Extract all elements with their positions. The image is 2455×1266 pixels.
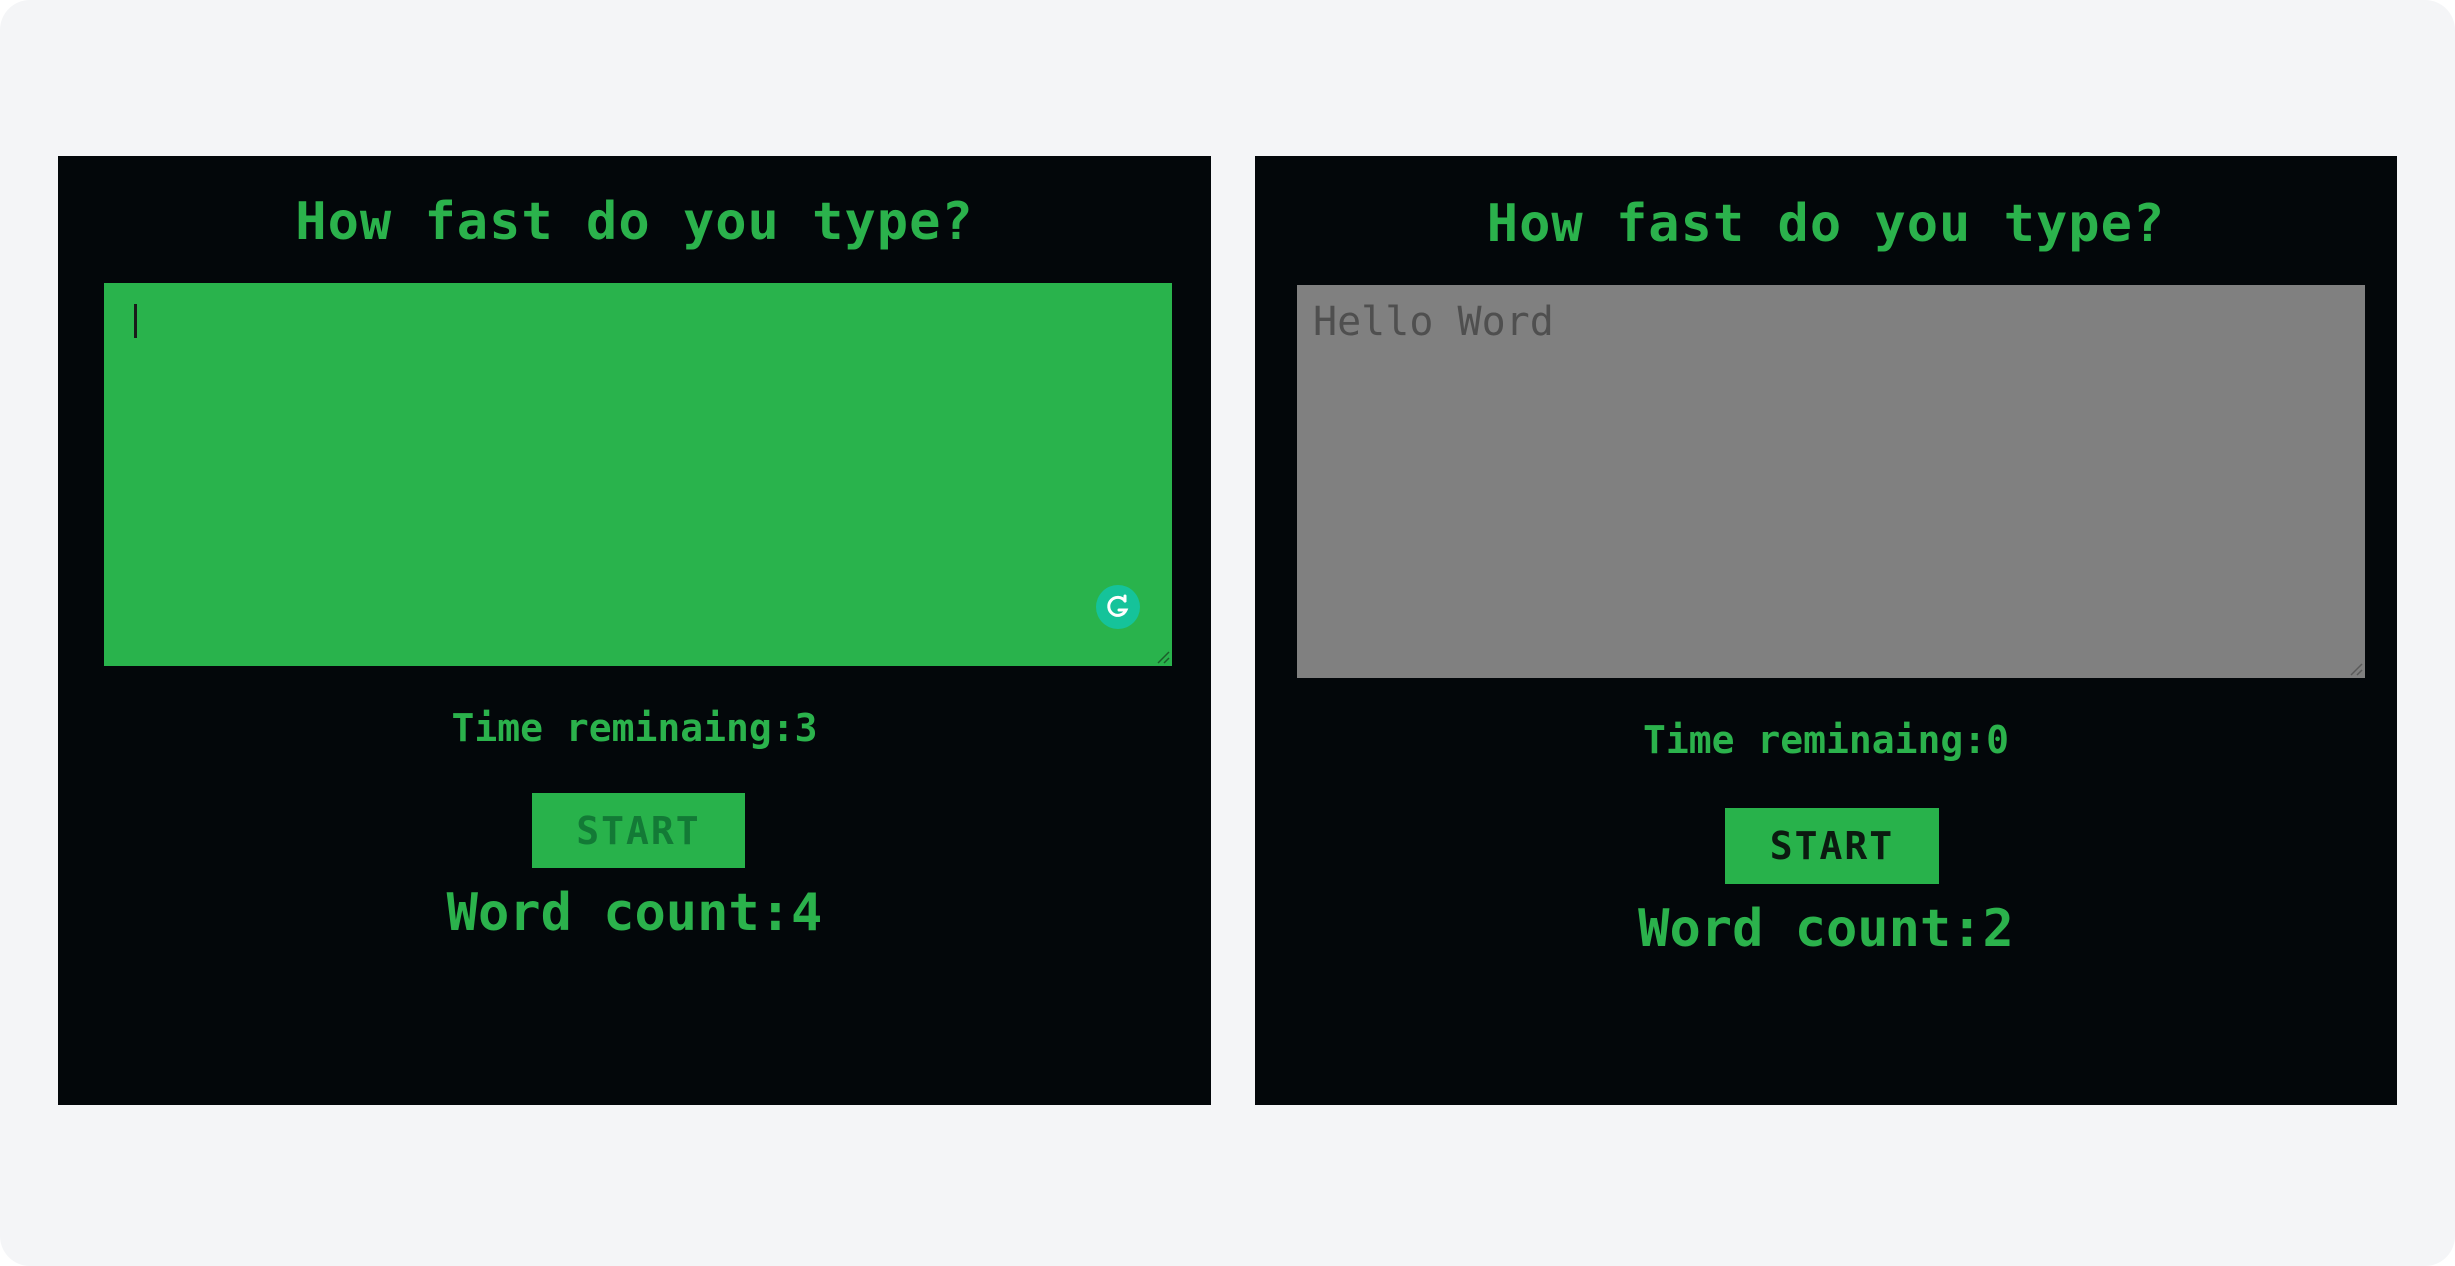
- time-remaining: Time reminaing:3: [451, 706, 818, 750]
- screenshot-frame: How fast do you type? Time reminaing:3 S…: [0, 0, 2455, 1266]
- grammarly-icon[interactable]: [1096, 585, 1140, 629]
- word-count: Word count:4: [446, 883, 823, 943]
- page-title: How fast do you type?: [295, 192, 974, 252]
- start-button[interactable]: START: [532, 793, 745, 868]
- resize-handle-icon[interactable]: [1156, 650, 1170, 664]
- start-button[interactable]: START: [1725, 808, 1939, 884]
- word-count: Word count:2: [1638, 899, 2014, 959]
- text-caret: [134, 304, 137, 338]
- typing-app-finished: How fast do you type? Hello Word Time re…: [1255, 156, 2397, 1105]
- typing-textarea[interactable]: Hello Word: [1297, 285, 2365, 678]
- typing-textarea[interactable]: [104, 283, 1172, 666]
- typing-app-active: How fast do you type? Time reminaing:3 S…: [58, 156, 1211, 1105]
- time-remaining: Time reminaing:0: [1642, 718, 2010, 762]
- resize-handle-icon[interactable]: [2349, 662, 2363, 676]
- page-title: How fast do you type?: [1486, 194, 2166, 254]
